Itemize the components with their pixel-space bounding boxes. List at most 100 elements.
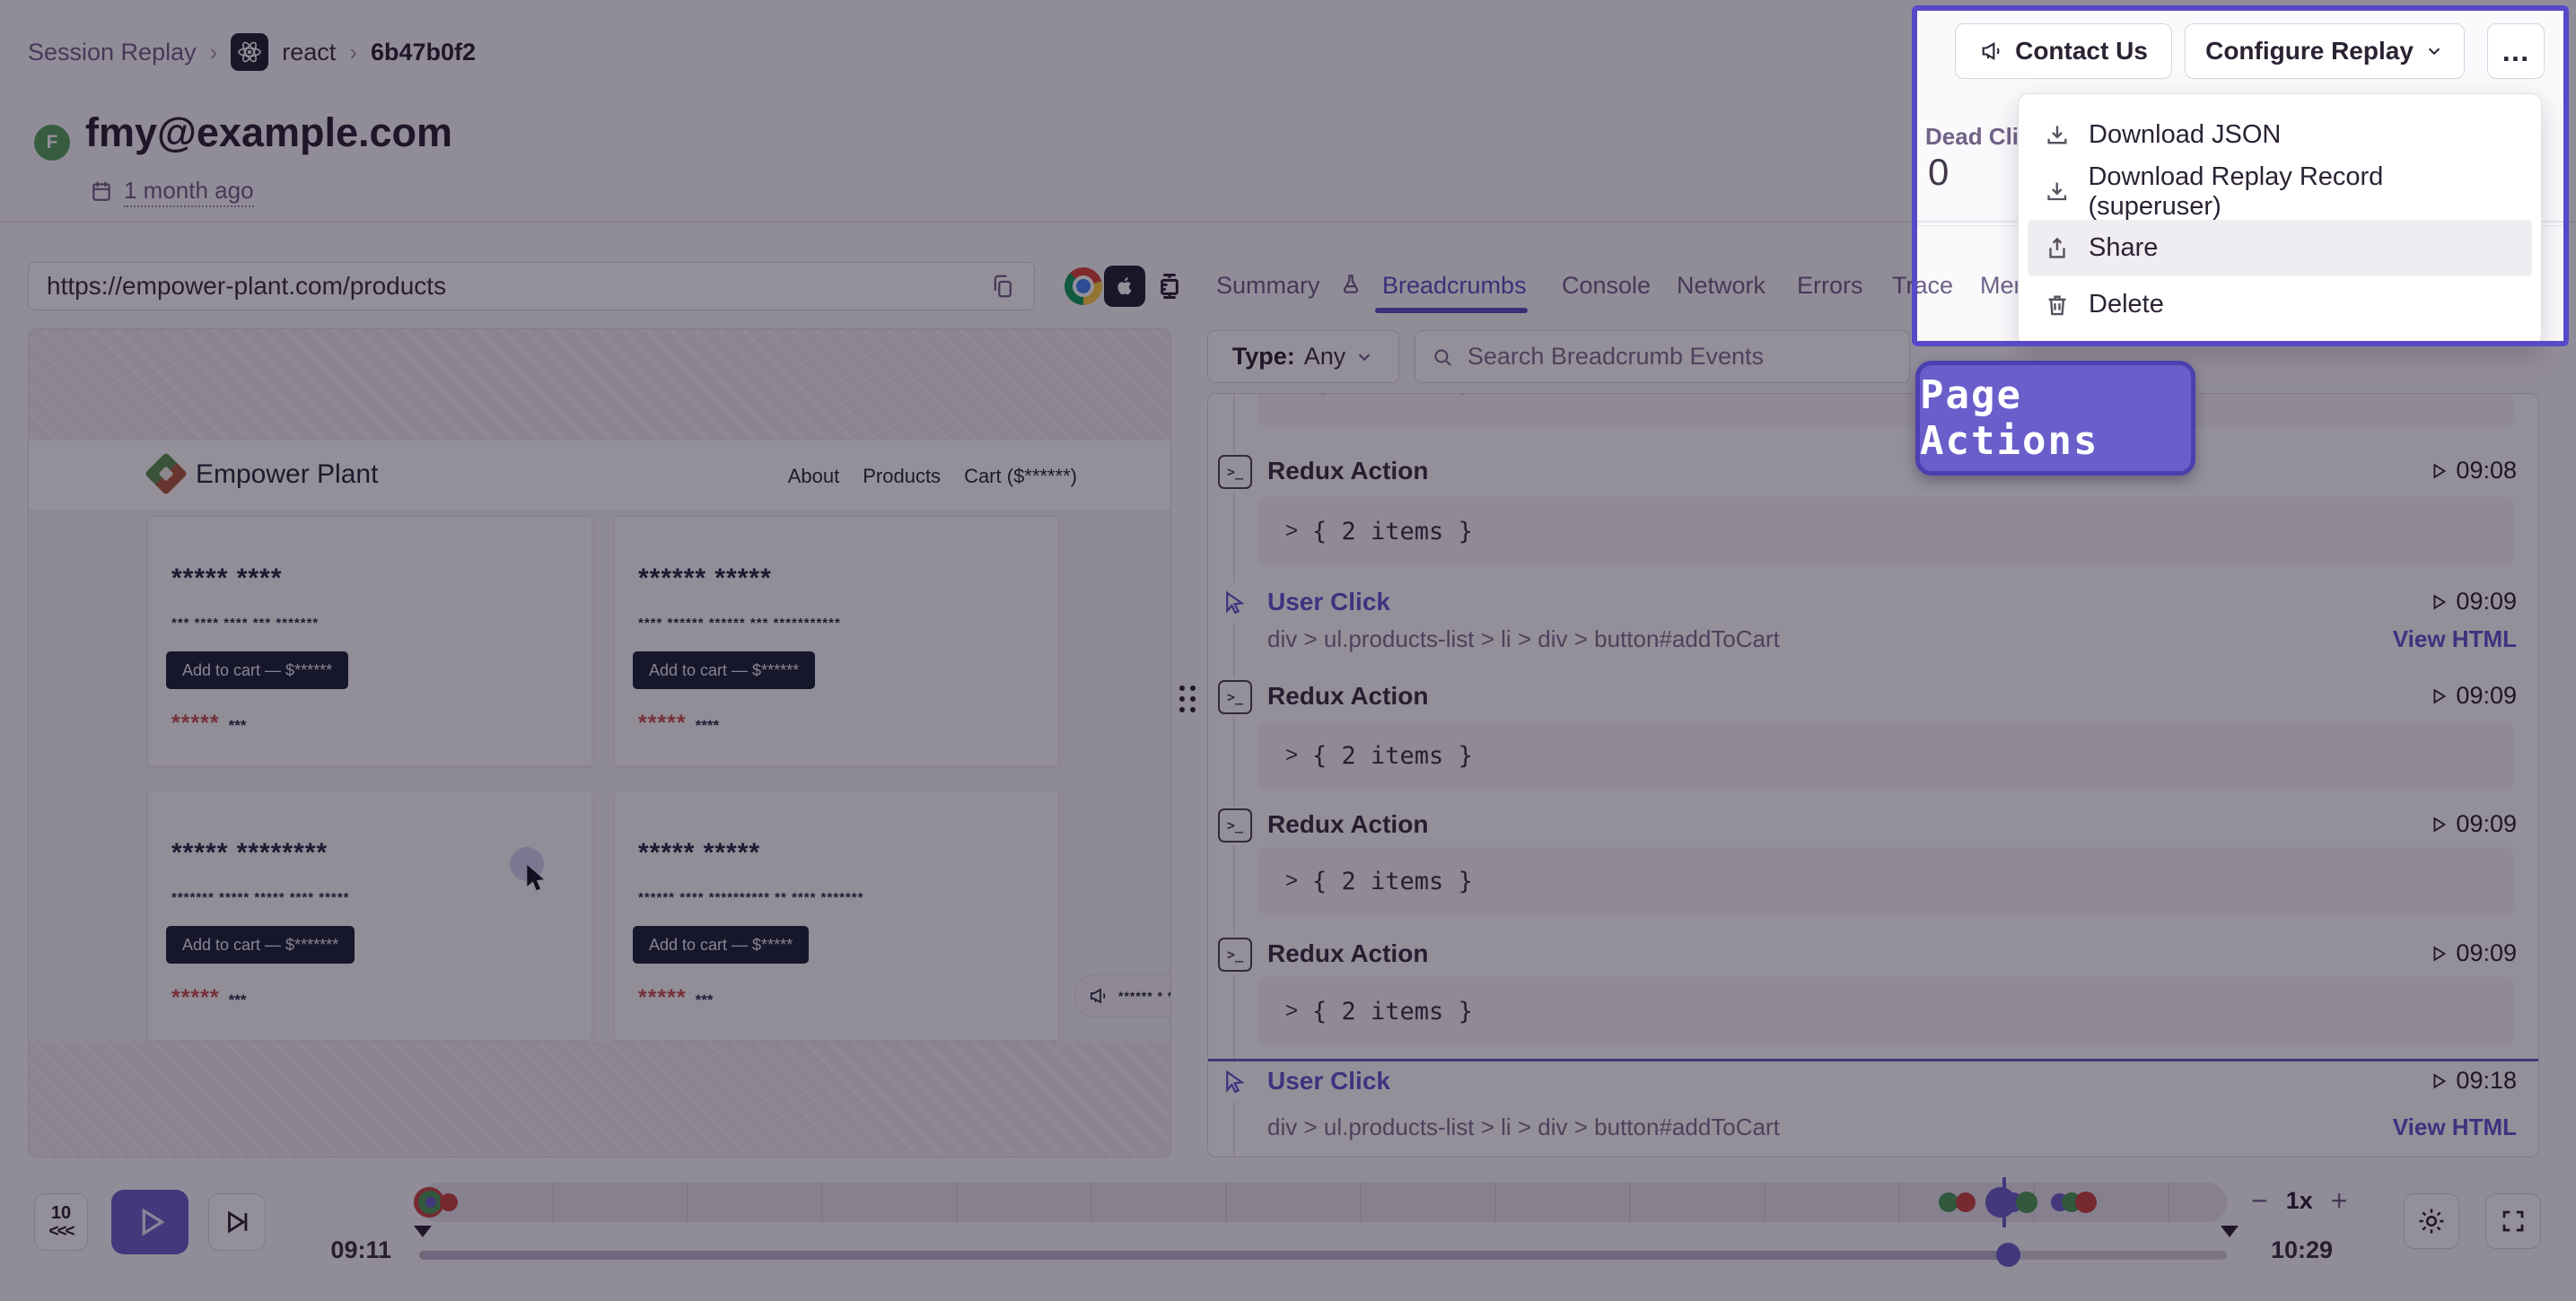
event-title[interactable]: Redux Action — [1267, 457, 1428, 485]
page-actions-menu: Download JSON Download Replay Record (su… — [2018, 93, 2542, 346]
timeline-marker-green[interactable] — [2016, 1192, 2037, 1213]
breadcrumb: Session Replay › react › 6b47b0f2 — [28, 32, 476, 72]
event-timestamp[interactable]: 09:09 — [2429, 588, 2517, 616]
breadcrumb-search[interactable] — [1415, 330, 1910, 383]
type-filter-label: Type: — [1231, 343, 1295, 370]
site-nav: About Products Cart ($******) — [788, 465, 1077, 488]
breadcrumb-session-replay[interactable]: Session Replay — [28, 39, 197, 66]
settings-button[interactable] — [2404, 1193, 2459, 1249]
payload-preview: { 2 items } — [1312, 867, 1473, 895]
site-nav-about: About — [787, 465, 840, 487]
menu-item-label: Delete — [2089, 290, 2164, 319]
chevron-right-icon: > — [1285, 869, 1299, 893]
event-title[interactable]: Redux Action — [1267, 682, 1428, 711]
play-icon — [142, 1208, 165, 1236]
seek-bar[interactable] — [419, 1243, 2227, 1267]
tab-summary[interactable]: Summary — [1216, 272, 1320, 300]
chevron-right-icon: › — [209, 38, 218, 65]
feedback-label-masked: ****** * *** — [1118, 989, 1170, 1003]
event-title[interactable]: Redux Action — [1267, 939, 1428, 968]
payload-preview: { 2 items } — [1312, 997, 1473, 1026]
event-timestamp[interactable]: 09:08 — [2429, 457, 2517, 485]
tab-trace[interactable]: Trace — [1892, 272, 1953, 300]
speed-decrease-button[interactable]: − — [2251, 1184, 2268, 1218]
copy-icon[interactable] — [989, 273, 1016, 300]
play-icon — [2433, 687, 2447, 704]
replay-player[interactable]: Empower Plant About Products Cart ($****… — [28, 328, 1171, 1157]
event-time: 09:09 — [2456, 588, 2517, 615]
empower-plant-logo — [144, 451, 188, 496]
product-card: ***** **** *** **** **** *** ******* Add… — [147, 516, 592, 766]
search-input[interactable] — [1465, 342, 1893, 371]
viewport-ruler-icon — [1161, 274, 1178, 299]
timeline-events-track[interactable] — [414, 1177, 2227, 1227]
product-desc-masked: *** **** **** *** ******* — [171, 616, 320, 631]
calendar-icon — [92, 181, 110, 202]
chevron-right-icon: › — [349, 38, 357, 65]
event-time: 09:08 — [2456, 457, 2517, 484]
time-ago-label[interactable]: 1 month ago — [124, 176, 254, 207]
timeline-marker-red[interactable] — [1956, 1192, 1976, 1212]
expandable-payload[interactable]: > { 2 items } — [1258, 847, 2513, 915]
type-filter-dropdown[interactable]: Type: Any — [1207, 330, 1399, 383]
menu-item-delete[interactable]: Delete — [2028, 276, 2532, 333]
timeline-marker-purple[interactable] — [425, 1197, 436, 1208]
rewind-10s-button[interactable]: 10 <<< — [34, 1193, 88, 1251]
expandable-payload[interactable]: > { 2 items } — [1258, 977, 2513, 1045]
replay-url-bar: https://empower-plant.com/products — [28, 262, 1035, 310]
event-time: 09:09 — [2456, 939, 2517, 966]
fullscreen-button[interactable] — [2485, 1193, 2541, 1249]
tab-breadcrumbs[interactable]: Breadcrumbs — [1382, 272, 1527, 300]
event-timestamp[interactable]: 09:18 — [2429, 1067, 2517, 1095]
total-time-label: 10:29 — [2271, 1236, 2334, 1263]
more-actions-button[interactable]: … — [2487, 23, 2545, 79]
event-timestamp[interactable]: 09:09 — [2429, 682, 2517, 710]
expandable-payload[interactable]: > { 2 items } — [1258, 721, 2513, 790]
replay-date[interactable]: 1 month ago — [90, 176, 254, 207]
contact-us-button[interactable]: Contact Us — [1955, 23, 2172, 79]
timeline-marker-red[interactable] — [2075, 1192, 2097, 1213]
rewind-amount: 10 — [50, 1203, 72, 1223]
star-rating-masked: ***** — [638, 711, 687, 736]
event-time: 09:09 — [2456, 682, 2517, 709]
review-count-masked: *** — [695, 991, 714, 1008]
flask-icon — [1343, 275, 1359, 293]
event-timestamp[interactable]: 09:09 — [2429, 810, 2517, 838]
seek-handle[interactable] — [1996, 1243, 2020, 1267]
tab-network[interactable]: Network — [1677, 272, 1766, 300]
annotation-label-text: Page Actions — [1920, 372, 2099, 464]
event-title[interactable]: Redux Action — [1267, 810, 1428, 839]
menu-item-share[interactable]: Share — [2028, 220, 2532, 276]
review-count-masked: *** — [228, 991, 247, 1008]
redux-action-icon: >_ — [1215, 806, 1255, 845]
expandable-payload-partial[interactable]: > { 2 items } — [1258, 394, 2513, 427]
event-time: 09:18 — [2456, 1067, 2517, 1094]
product-title-masked: ***** ***** — [638, 838, 761, 868]
review-count-masked: **** — [695, 717, 720, 734]
configure-replay-button[interactable]: Configure Replay — [2185, 23, 2465, 79]
speed-increase-button[interactable]: + — [2331, 1184, 2348, 1218]
expandable-payload[interactable]: > { 2 items } — [1258, 497, 2513, 565]
page-title: fmy@example.com — [85, 109, 453, 155]
rewind-chevrons-icon: <<< — [48, 1222, 74, 1241]
event-title[interactable]: User Click — [1267, 1067, 1390, 1096]
add-to-cart-button: Add to cart — $****** — [166, 651, 349, 689]
timeline-marker-red[interactable] — [440, 1193, 458, 1211]
site-header: Empower Plant About Products Cart ($****… — [29, 441, 1170, 511]
menu-item-download-json[interactable]: Download JSON — [2028, 107, 2532, 163]
menu-item-label: Download Replay Record (superuser) — [2088, 162, 2384, 221]
tab-console[interactable]: Console — [1562, 272, 1651, 300]
tab-errors[interactable]: Errors — [1797, 272, 1863, 300]
breadcrumb-project[interactable]: react — [282, 39, 336, 66]
event-timestamp[interactable]: 09:09 — [2429, 939, 2517, 967]
menu-item-download-replay-record[interactable]: Download Replay Record (superuser) — [2028, 162, 2532, 221]
event-title[interactable]: User Click — [1267, 588, 1390, 616]
payload-preview: { 2 items } — [1312, 741, 1473, 770]
play-button[interactable] — [111, 1190, 188, 1254]
skip-to-end-button[interactable] — [208, 1193, 266, 1251]
panel-resize-handle[interactable] — [1179, 685, 1196, 712]
star-rating-masked: ***** — [171, 711, 220, 736]
view-html-link[interactable]: View HTML — [2393, 1113, 2517, 1141]
view-html-link[interactable]: View HTML — [2393, 625, 2517, 653]
redux-action-icon: >_ — [1215, 452, 1255, 492]
